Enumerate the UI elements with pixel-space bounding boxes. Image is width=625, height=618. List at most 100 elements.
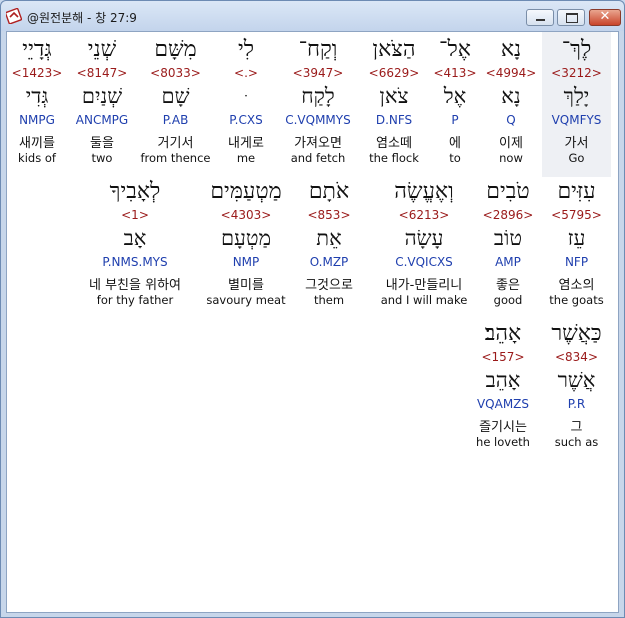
- strong-number[interactable]: <2896>: [477, 208, 539, 222]
- strong-number[interactable]: <6629>: [360, 66, 428, 80]
- interlinear-panel: לֶךְ־ <3212> יָלַךְ VQMFYS 가서 Go נָא <49…: [6, 31, 619, 613]
- strong-number[interactable]: <3947>: [279, 66, 357, 80]
- hebrew-word: גְּדָיֵי: [22, 37, 52, 62]
- strong-number[interactable]: <1>: [73, 208, 197, 222]
- morphology-code: P: [451, 113, 459, 127]
- morphology-code: C.VQMMYS: [285, 113, 351, 127]
- korean-gloss: 새끼를: [19, 136, 55, 151]
- strong-number[interactable]: <413>: [431, 66, 479, 80]
- hebrew-lemma: עֵז: [567, 226, 586, 250]
- strong-number[interactable]: <1423>: [8, 66, 66, 80]
- english-gloss: from thence: [140, 151, 211, 165]
- korean-gloss: 둘을: [90, 136, 114, 151]
- hebrew-lemma: צֹאן: [379, 84, 409, 108]
- hebrew-lemma: מַטְעָם: [220, 226, 272, 250]
- korean-gloss: 내게로: [228, 136, 264, 151]
- title-bar[interactable]: @원전분해 - 창 27:9 ✕: [1, 1, 624, 31]
- hebrew-word: אָהֵב׃: [484, 321, 522, 346]
- minimize-button[interactable]: [526, 9, 554, 26]
- word-cell[interactable]: עִזִּים <5795> עֵז NFP 염소의 the goats: [542, 174, 611, 319]
- morphology-code: NFP: [564, 255, 589, 269]
- strong-number[interactable]: <834>: [542, 350, 611, 364]
- hebrew-lemma: ּ: [216, 84, 276, 109]
- english-gloss: he loveth: [476, 435, 530, 449]
- morphology-code: NMPG: [19, 113, 55, 127]
- window-title: @원전분해 - 창 27:9: [27, 11, 137, 25]
- morphology-code: NMP: [232, 255, 260, 269]
- hebrew-word: כַּאֲשֶׁר: [551, 321, 602, 346]
- hebrew-word: שְׁנֵי: [87, 37, 117, 62]
- hebrew-lemma: נָא: [501, 84, 521, 108]
- strong-number[interactable]: <.>: [216, 66, 276, 80]
- english-gloss: for thy father: [96, 293, 174, 307]
- english-gloss: now: [499, 151, 523, 165]
- strong-number[interactable]: <8147>: [69, 66, 135, 80]
- hebrew-lemma: יָלַךְ: [563, 84, 590, 108]
- morphology-code: VQMFYS: [551, 113, 602, 127]
- hebrew-lemma: לָקַח: [301, 84, 335, 108]
- hebrew-word: וְקַח־: [298, 37, 338, 62]
- korean-gloss: 즐기시는: [479, 420, 527, 435]
- hebrew-word: וְאֶעֱשֶׂה: [394, 179, 454, 204]
- strong-number[interactable]: <157>: [467, 350, 539, 364]
- hebrew-lemma: אֲשֶׁר: [557, 368, 596, 392]
- word-cell[interactable]: מִשָּׁם <8033> שָׁם P.AB 거기서 from thence: [138, 32, 213, 177]
- word-cell[interactable]: מַטְעַמִּים <4303> מַטְעָם NMP 별미를 savou…: [200, 174, 292, 319]
- close-button[interactable]: ✕: [589, 9, 621, 26]
- hebrew-lemma: טוֹב: [493, 226, 523, 250]
- hebrew-word: הַצֹּאן: [372, 37, 416, 62]
- english-gloss: them: [313, 293, 345, 307]
- strong-number[interactable]: <6213>: [374, 208, 474, 222]
- english-gloss: the goats: [549, 293, 604, 307]
- maximize-icon: [566, 13, 578, 23]
- morphology-code: AMP: [495, 255, 521, 269]
- word-cell[interactable]: לְאָבִיךָ <1> אָב P.NMS.MYS 네 부친을 위하여 fo…: [73, 174, 197, 319]
- word-cell[interactable]: טֹבִים <2896> טוֹב AMP 좋은 good: [477, 174, 539, 319]
- word-cell[interactable]: נָא <4994> נָא Q 이제 now: [483, 32, 539, 177]
- strong-number[interactable]: <5795>: [542, 208, 611, 222]
- english-gloss: to: [449, 151, 461, 165]
- morphology-code: C.VQICXS: [395, 255, 453, 269]
- strong-number[interactable]: <4994>: [483, 66, 539, 80]
- korean-gloss: 별미를: [228, 278, 264, 293]
- morphology-code: P.AB: [162, 113, 189, 127]
- hebrew-lemma: אֶל: [443, 84, 467, 108]
- hebrew-word: לִי: [237, 37, 255, 62]
- word-cell[interactable]: כַּאֲשֶׁר <834> אֲשֶׁר P.R 그 such as: [542, 316, 611, 461]
- hebrew-lemma: גְּדִי: [25, 84, 49, 108]
- strong-number[interactable]: <3212>: [542, 66, 611, 80]
- strong-number[interactable]: <4303>: [200, 208, 292, 222]
- english-gloss: good: [493, 293, 523, 307]
- english-gloss: Go: [568, 151, 585, 165]
- word-cell[interactable]: גְּדָיֵי <1423> גְּדִי NMPG 새끼를 kids of: [8, 32, 66, 177]
- word-cell[interactable]: וְקַח־ <3947> לָקַח C.VQMMYS 가져오면 and fe…: [279, 32, 357, 177]
- korean-gloss: 에: [449, 136, 461, 151]
- word-cell[interactable]: אֶל־ <413> אֶל P 에 to: [431, 32, 479, 177]
- strong-number[interactable]: <853>: [297, 208, 361, 222]
- morphology-code: ANCMPG: [75, 113, 129, 127]
- hebrew-word: מַטְעַמִּים: [210, 179, 282, 204]
- hebrew-word: אֹתָם: [308, 179, 350, 204]
- korean-gloss: 염소의: [558, 278, 595, 293]
- hebrew-word: לְאָבִיךָ: [109, 179, 161, 204]
- korean-gloss: 네 부친을 위하여: [89, 278, 181, 293]
- word-cell[interactable]: אָהֵב׃ <157> אָהֵב VQAMZS 즐기시는 he loveth: [467, 316, 539, 461]
- word-cell[interactable]: שְׁנֵי <8147> שְׁנַיִם ANCMPG 둘을 two: [69, 32, 135, 177]
- hebrew-word: עִזִּים: [557, 179, 596, 204]
- korean-gloss: 가서: [564, 136, 589, 151]
- word-cell[interactable]: לִי <.> ּ P.CXS 내게로 me: [216, 32, 276, 177]
- word-cell[interactable]: אֹתָם <853> אֵת O.MZP 그것으로 them: [297, 174, 361, 319]
- strong-number[interactable]: <8033>: [138, 66, 213, 80]
- hebrew-word: אֶל־: [439, 37, 471, 62]
- word-cell[interactable]: וְאֶעֱשֶׂה <6213> עָשָׂה C.VQICXS 내가-만들리…: [374, 174, 474, 319]
- hebrew-lemma: אָב: [123, 226, 147, 250]
- word-cell[interactable]: לֶךְ־ <3212> יָלַךְ VQMFYS 가서 Go: [542, 32, 611, 177]
- maximize-button[interactable]: [557, 9, 585, 26]
- hebrew-word: לֶךְ־: [561, 37, 592, 62]
- english-gloss: kids of: [18, 151, 56, 165]
- hebrew-lemma: אֵת: [316, 226, 342, 250]
- morphology-code: P.R: [567, 397, 586, 411]
- english-gloss: and I will make: [380, 293, 468, 307]
- morphology-code: VQAMZS: [476, 397, 530, 411]
- word-cell[interactable]: הַצֹּאן <6629> צֹאן D.NFS 염소떼 the flock: [360, 32, 428, 177]
